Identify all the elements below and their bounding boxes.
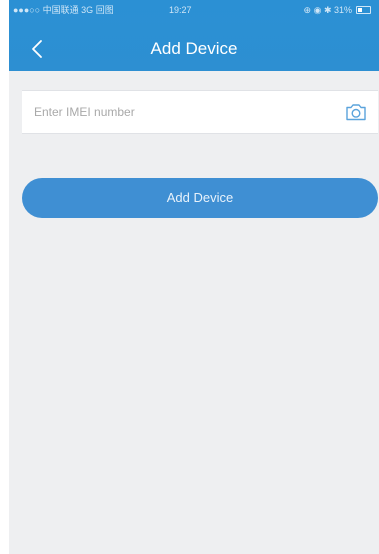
imei-input-row — [22, 90, 378, 134]
scan-camera-button[interactable] — [344, 100, 368, 124]
status-bar: ●●●○○ 中国联通 3G 回图 19:27 ⊕ ◉ ✱ 31% — [9, 0, 379, 20]
imei-input[interactable] — [34, 91, 324, 133]
page-title: Add Device — [150, 39, 238, 58]
status-indicator-text: ⊕ ◉ ✱ 31% — [303, 5, 352, 15]
carrier-signal: ●●●○○ 中国联通 3G 回图 — [13, 5, 114, 15]
add-device-button[interactable]: Add Device — [22, 178, 378, 218]
camera-icon — [346, 104, 366, 121]
navigation-header: ●●●○○ 中国联通 3G 回图 19:27 ⊕ ◉ ✱ 31% Add Dev… — [9, 0, 379, 71]
status-icons: ⊕ ◉ ✱ 31% — [304, 0, 371, 20]
app-screen: ●●●○○ 中国联通 3G 回图 19:27 ⊕ ◉ ✱ 31% Add Dev… — [9, 0, 379, 554]
status-time: 19:27 — [169, 5, 192, 15]
battery-icon — [356, 6, 371, 14]
